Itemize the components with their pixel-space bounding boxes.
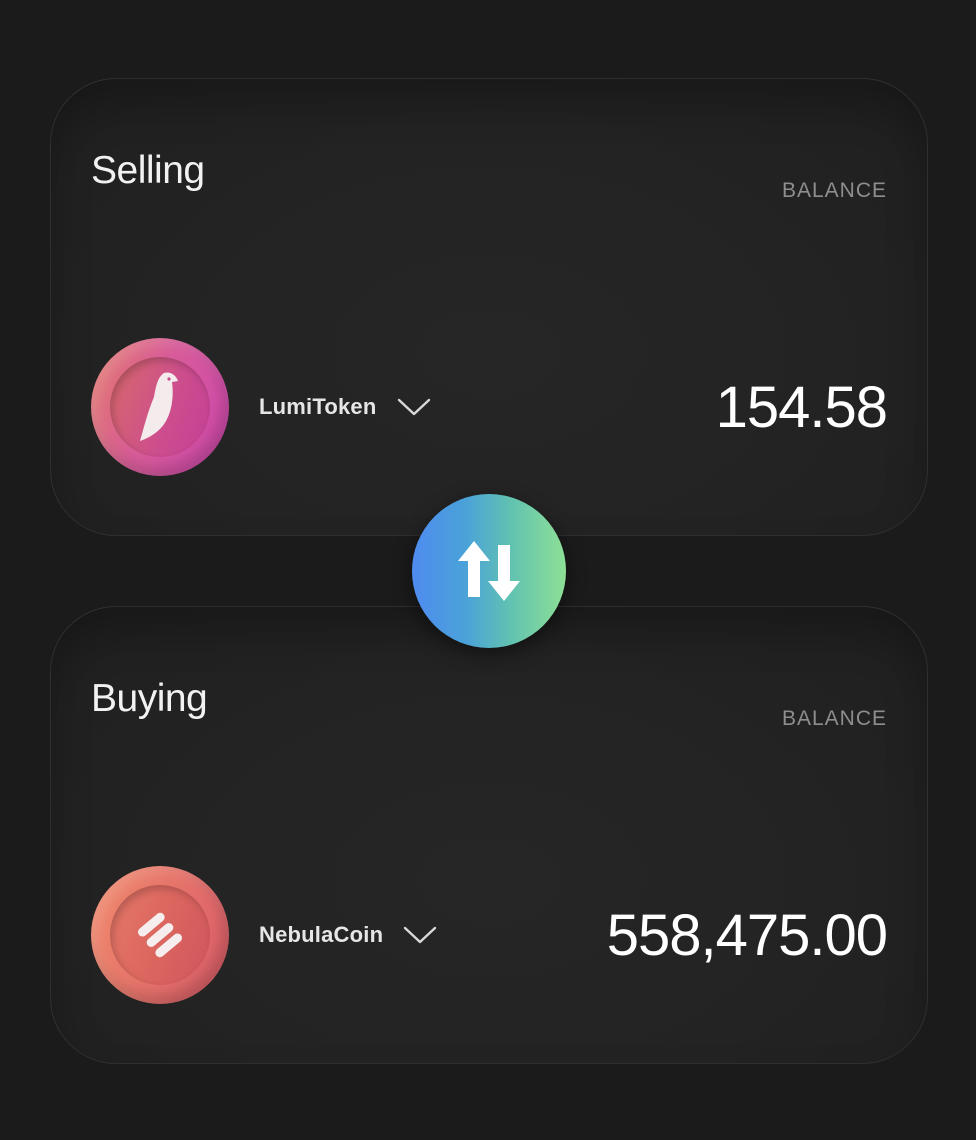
selling-balance-label[interactable]: BALANCE: [782, 179, 887, 203]
selling-title: Selling: [91, 149, 205, 192]
swap-button[interactable]: [412, 494, 566, 648]
buying-token-name: NebulaCoin: [259, 922, 384, 947]
buying-balance-label[interactable]: BALANCE: [782, 707, 887, 731]
selling-card: Selling BALANCE LumiToken 154.58: [50, 78, 928, 536]
stripes-s-icon: [138, 912, 182, 958]
buying-amount[interactable]: 558,475.00: [607, 902, 888, 969]
bird-icon: [140, 372, 178, 441]
chevron-down-icon: [397, 397, 431, 417]
selling-token-row: LumiToken 154.58: [91, 337, 888, 477]
selling-token-dropdown[interactable]: LumiToken: [259, 394, 431, 420]
buying-card: Buying BALANCE NebulaCoin 558,475.00: [50, 606, 928, 1064]
nebulacoin-logo-icon: [91, 866, 229, 1004]
chevron-down-icon: [403, 925, 437, 945]
lumitoken-logo-icon: [91, 338, 229, 476]
selling-amount[interactable]: 154.58: [716, 374, 888, 441]
buying-token-dropdown[interactable]: NebulaCoin: [259, 922, 437, 948]
buying-token-row: NebulaCoin 558,475.00: [91, 865, 888, 1005]
swap-arrows-icon: [458, 541, 520, 601]
buying-title: Buying: [91, 677, 208, 720]
selling-token-name: LumiToken: [259, 394, 377, 419]
